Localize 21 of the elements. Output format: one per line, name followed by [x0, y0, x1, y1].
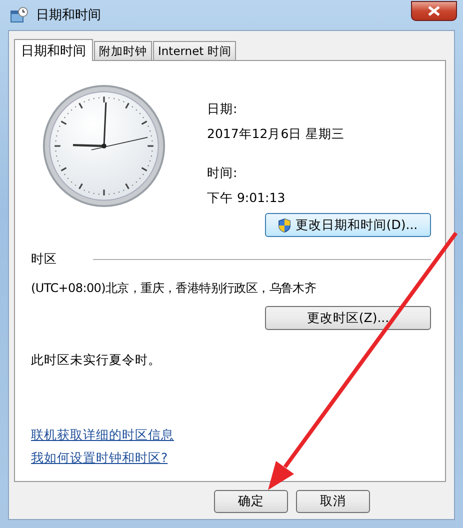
time-label: 时间:: [207, 165, 238, 182]
help-link[interactable]: 联机获取详细的时区信息: [31, 427, 174, 444]
tab[interactable]: 日期和时间: [14, 39, 93, 61]
close-icon: [428, 6, 440, 16]
dialog-button[interactable]: 确定: [214, 490, 288, 513]
date-value: 2017年12月6日 星期三: [207, 126, 345, 143]
change-date-time-button[interactable]: 更改日期和时间(D)...: [265, 213, 431, 237]
shield-icon: [278, 218, 292, 232]
section-heading: 时区: [31, 251, 57, 268]
dst-note: 此时区未实行夏令时。: [31, 352, 162, 369]
help-link[interactable]: 我如何设置时钟和时区?: [31, 450, 168, 467]
tab[interactable]: 附加时钟: [94, 41, 152, 60]
close-button[interactable]: [411, 1, 457, 21]
tab[interactable]: Internet 时间: [153, 41, 236, 60]
window-title: 日期和时间: [36, 7, 102, 24]
dialog-button[interactable]: 取消: [296, 490, 370, 513]
time-value: 下午 9:01:13: [207, 190, 286, 207]
timezone-value: (UTC+08:00)北京，重庆，香港特别行政区，乌鲁木齐: [31, 280, 318, 297]
change-timezone-button[interactable]: 更改时区(Z)...: [265, 306, 431, 330]
date-label: 日期:: [207, 101, 238, 118]
calendar-clock-icon: [10, 7, 28, 23]
